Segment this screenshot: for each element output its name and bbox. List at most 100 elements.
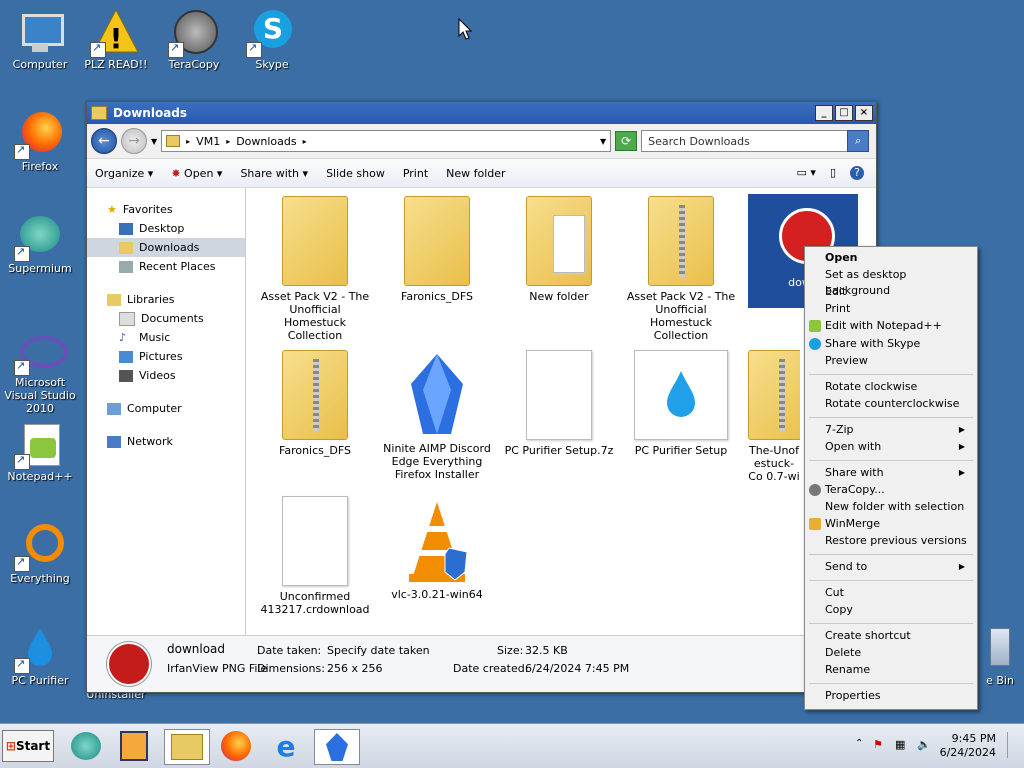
title-bar[interactable]: Downloads _ □ × bbox=[87, 102, 876, 124]
menu-properties[interactable]: Properties bbox=[825, 688, 971, 704]
address-input[interactable]: ▸ VM1 ▸ Downloads ▸ ▼ bbox=[161, 130, 612, 152]
menu-open-with[interactable]: Open with ▶ bbox=[825, 439, 971, 455]
search-input[interactable]: Search Downloads ⌕ bbox=[641, 130, 870, 152]
menu-open[interactable]: Open bbox=[825, 250, 971, 266]
menu-rename[interactable]: Rename bbox=[825, 662, 971, 678]
menu-share-skype[interactable]: Share with Skype bbox=[809, 336, 971, 352]
breadcrumb-dropdown[interactable]: ▸ bbox=[303, 137, 307, 146]
show-hidden-icons[interactable]: ⌃ bbox=[855, 738, 863, 749]
nav-pictures[interactable]: Pictures bbox=[87, 347, 245, 366]
menu-print[interactable]: Print bbox=[825, 301, 971, 317]
taskbar-explorer[interactable] bbox=[164, 729, 210, 765]
minimize-button[interactable]: _ bbox=[815, 105, 833, 121]
file-item[interactable]: The-Unof estuck-Co 0.7-wi bbox=[748, 350, 800, 483]
file-item[interactable]: Unconfirmed 413217.crdownload bbox=[260, 496, 370, 616]
nav-videos[interactable]: Videos bbox=[87, 366, 245, 385]
nav-downloads[interactable]: Downloads bbox=[87, 238, 245, 257]
view-options-icon[interactable]: ▭ ▾ bbox=[797, 166, 816, 180]
search-icon[interactable]: ⌕ bbox=[847, 130, 870, 152]
file-item[interactable]: vlc-3.0.21-win64 bbox=[382, 496, 492, 601]
file-item[interactable]: PC Purifier Setup bbox=[626, 350, 736, 457]
slide-show-button[interactable]: Slide show bbox=[326, 167, 385, 180]
nav-desktop[interactable]: Desktop bbox=[87, 219, 245, 238]
network-icon[interactable]: ▦ bbox=[895, 738, 905, 751]
file-item[interactable]: Faronics_DFS bbox=[382, 196, 492, 303]
help-icon[interactable]: ? bbox=[850, 166, 864, 180]
menu-rotate-counterclockwise[interactable]: Rotate counterclockwise bbox=[825, 396, 971, 412]
breadcrumb-vm1[interactable]: VM1 bbox=[196, 135, 220, 148]
menu-delete[interactable]: Delete bbox=[825, 645, 971, 661]
notepadpp-icon bbox=[809, 320, 821, 332]
menu-teracopy[interactable]: TeraCopy... bbox=[809, 482, 971, 498]
file-item[interactable]: Asset Pack V2 - The Unofficial Homestuck… bbox=[626, 196, 736, 342]
share-with-button[interactable]: Share with ▾ bbox=[240, 167, 308, 180]
menu-new-folder-selection[interactable]: New folder with selection bbox=[825, 499, 971, 515]
desktop-icon-firefox[interactable]: Firefox bbox=[0, 110, 80, 173]
file-item[interactable]: PC Purifier Setup.7z bbox=[504, 350, 614, 457]
new-folder-button[interactable]: New folder bbox=[446, 167, 505, 180]
file-list[interactable]: Asset Pack V2 - The Unofficial Homestuck… bbox=[246, 188, 876, 636]
menu-set-desktop-background[interactable]: Set as desktop background bbox=[825, 267, 971, 297]
desktop-icon-pc-purifier[interactable]: PC Purifier bbox=[0, 624, 80, 687]
context-menu[interactable]: Open Set as desktop background Edit Prin… bbox=[804, 246, 978, 710]
command-bar: Organize ▾ ✸ Open ▾ Share with ▾ Slide s… bbox=[87, 158, 876, 188]
desktop-icon-visual-studio[interactable]: Microsoft Visual Studio 2010 bbox=[0, 326, 80, 415]
details-date-taken-value[interactable]: Specify date taken bbox=[327, 644, 430, 657]
file-item[interactable]: Ninite AIMP Discord Edge Everything Fire… bbox=[382, 350, 492, 481]
file-item[interactable]: Faronics_DFS bbox=[260, 350, 370, 457]
taskbar-ie[interactable]: e bbox=[264, 729, 308, 763]
nav-network[interactable]: Network bbox=[87, 432, 245, 451]
open-button[interactable]: ✸ Open ▾ bbox=[171, 167, 222, 180]
menu-copy[interactable]: Copy bbox=[825, 602, 971, 618]
menu-7zip[interactable]: 7-Zip ▶ bbox=[825, 422, 971, 438]
address-dropdown-icon[interactable]: ▼ bbox=[600, 137, 606, 146]
breadcrumb-downloads[interactable]: Downloads bbox=[236, 135, 296, 148]
nav-documents[interactable]: Documents bbox=[87, 309, 245, 328]
menu-create-shortcut[interactable]: Create shortcut bbox=[825, 628, 971, 644]
refresh-button[interactable]: ⟳ bbox=[615, 131, 638, 151]
chevron-down-icon[interactable]: ▼ bbox=[151, 137, 157, 146]
action-center-icon[interactable]: ⚑ bbox=[873, 738, 883, 751]
print-button[interactable]: Print bbox=[403, 167, 428, 180]
nav-libraries[interactable]: Libraries bbox=[87, 290, 245, 309]
organize-button[interactable]: Organize ▾ bbox=[95, 167, 153, 180]
preview-pane-icon[interactable]: ▯ bbox=[830, 166, 836, 180]
menu-edit-notepadpp[interactable]: Edit with Notepad++ bbox=[809, 318, 971, 334]
desktop-icon-everything[interactable]: Everything bbox=[0, 522, 80, 585]
start-button[interactable]: ⊞Start bbox=[2, 730, 54, 762]
file-item[interactable]: New folder bbox=[504, 196, 614, 303]
navigation-pane[interactable]: ★ Favorites Desktop Downloads Recent Plac… bbox=[87, 188, 246, 636]
menu-preview[interactable]: Preview bbox=[825, 353, 971, 369]
submenu-arrow-icon: ▶ bbox=[958, 468, 965, 477]
taskbar-media-player[interactable] bbox=[112, 729, 156, 763]
volume-icon[interactable]: 🔈 bbox=[917, 738, 931, 751]
menu-rotate-clockwise[interactable]: Rotate clockwise bbox=[825, 379, 971, 395]
desktop-icon-notepadpp[interactable]: Notepad++ bbox=[0, 420, 80, 483]
back-button[interactable]: ← bbox=[91, 128, 117, 154]
taskbar-supermium[interactable] bbox=[64, 729, 108, 763]
explorer-window[interactable]: Downloads _ □ × ← → ▼ ▸ VM1 ▸ Downloads … bbox=[86, 101, 877, 693]
file-item[interactable]: Asset Pack V2 - The Unofficial Homestuck… bbox=[260, 196, 370, 342]
desktop-icon-teracopy[interactable]: TeraCopy bbox=[154, 8, 234, 71]
menu-restore-previous[interactable]: Restore previous versions bbox=[825, 533, 971, 549]
maximize-button[interactable]: □ bbox=[835, 105, 853, 121]
forward-button[interactable]: → bbox=[121, 128, 147, 154]
nav-favorites[interactable]: ★ Favorites bbox=[87, 200, 245, 219]
taskbar-ninite[interactable] bbox=[314, 729, 360, 765]
menu-edit[interactable]: Edit bbox=[825, 284, 971, 300]
clock[interactable]: 9:45 PM 6/24/2024 bbox=[940, 732, 996, 760]
menu-cut[interactable]: Cut bbox=[825, 585, 971, 601]
show-desktop-button[interactable] bbox=[1007, 732, 1022, 758]
menu-send-to[interactable]: Send to ▶ bbox=[825, 559, 971, 575]
menu-share-with[interactable]: Share with ▶ bbox=[825, 465, 971, 481]
desktop-icon-computer[interactable]: Computer bbox=[0, 8, 80, 71]
desktop-icon-supermium[interactable]: Supermium bbox=[0, 212, 80, 275]
nav-recent-places[interactable]: Recent Places bbox=[87, 257, 245, 276]
desktop-icon-plz-read[interactable]: ! PLZ READ!! bbox=[76, 8, 156, 71]
desktop-icon-skype[interactable]: S Skype bbox=[232, 8, 312, 71]
taskbar-firefox[interactable] bbox=[214, 729, 258, 763]
close-button[interactable]: × bbox=[855, 105, 873, 121]
nav-music[interactable]: ♪ Music bbox=[87, 328, 245, 347]
menu-winmerge[interactable]: WinMerge bbox=[809, 516, 971, 532]
nav-computer[interactable]: Computer bbox=[87, 399, 245, 418]
